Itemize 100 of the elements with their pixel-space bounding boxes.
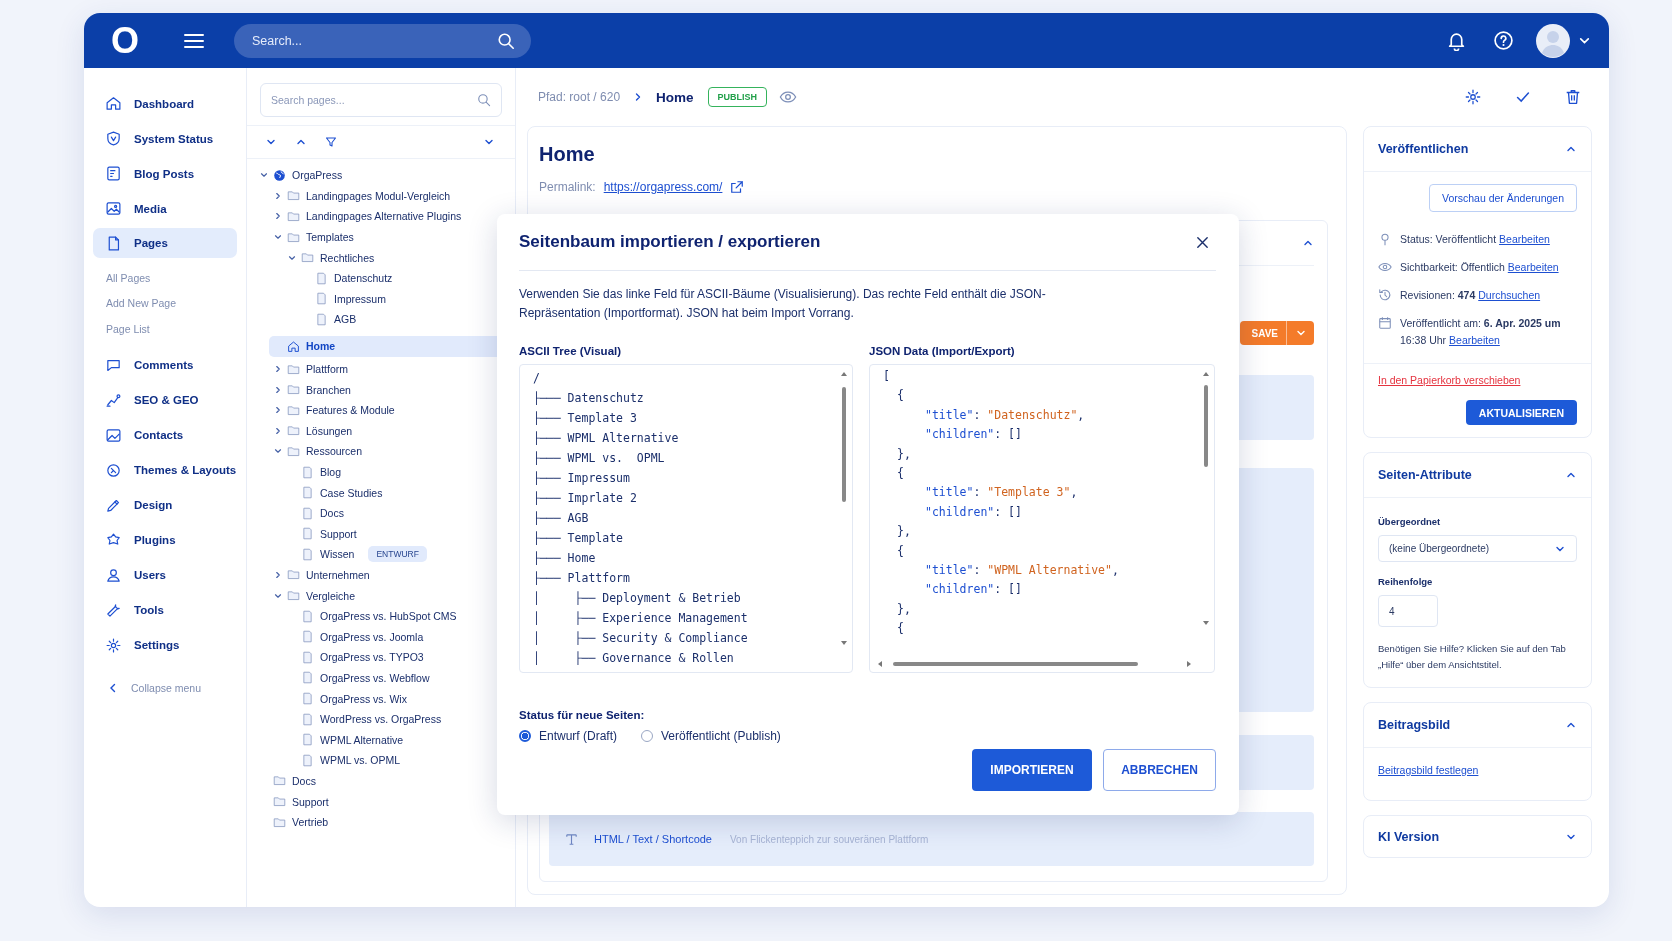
tree-item[interactable]: Blog	[283, 461, 503, 483]
avatar[interactable]	[1536, 23, 1570, 58]
chevron-right-icon[interactable]	[273, 384, 283, 395]
sidebar-subitem[interactable]: Page List	[93, 316, 237, 342]
external-link-icon[interactable]	[730, 180, 745, 194]
page-title: Home	[539, 143, 596, 166]
meta-text: Veröffentlicht am: 6. Apr. 2025 um 16:38 Uhr Bearbeiten	[1400, 316, 1562, 348]
page-icon	[301, 630, 314, 644]
parent-select[interactable]: (keine Übergeordnete)	[1378, 535, 1577, 562]
tree-item[interactable]: Landingpages Alternative Plugins	[269, 206, 503, 227]
tree-item[interactable]: Wissen ENTWURF	[283, 544, 503, 565]
chevron-right-icon[interactable]	[273, 211, 283, 222]
trash-link[interactable]: In den Papierkorb verschieben	[1378, 374, 1577, 386]
meta-text: Sichtbarkeit: Öffentlich Bearbeiten	[1400, 260, 1559, 275]
tree-item[interactable]: Landingpages Modul-Vergleich	[269, 185, 503, 207]
search-icon[interactable]	[477, 93, 491, 107]
edit-link[interactable]: Bearbeiten	[1449, 334, 1500, 346]
tree-item[interactable]: Datenschutz	[297, 267, 503, 289]
tree-item[interactable]: OrgaPress	[255, 165, 503, 186]
collapse-menu-button[interactable]: Collapse menu	[93, 674, 237, 701]
code-line: "children": []	[924, 503, 1023, 521]
bell-icon[interactable]	[1446, 30, 1467, 51]
tree-item[interactable]: Support	[255, 791, 503, 812]
tree-item[interactable]: WordPress vs. OrgaPress	[283, 708, 503, 730]
import-button[interactable]: IMPORTIEREN	[972, 749, 1092, 791]
tree-item[interactable]: Templates	[269, 226, 503, 248]
search-field[interactable]: Search pages...	[260, 83, 502, 117]
meta-text: Status: Veröffentlicht Bearbeiten	[1400, 232, 1550, 247]
tree-item[interactable]: Support	[283, 523, 503, 545]
trash-icon[interactable]	[1564, 88, 1582, 106]
tree-item[interactable]: Branchen	[269, 379, 503, 400]
radio-button[interactable]	[519, 730, 531, 742]
tree-item[interactable]: Vergleiche	[269, 585, 503, 606]
sidebar-item[interactable]: Design	[93, 487, 237, 523]
sidebar-item[interactable]: Plugins	[93, 522, 237, 558]
tree-item[interactable]: Docs	[283, 502, 503, 524]
sidebar-item[interactable]: Users	[93, 557, 237, 593]
radio-option[interactable]: Veröffentlicht (Publish)	[641, 729, 781, 743]
sidebar-item[interactable]: Media	[93, 191, 237, 226]
json-data-field[interactable]: [ { "title": "Datenschutz", "children": [] }, { "title": "Template 3", "children": [] }, { "title": "WPML Alternative", "children": [] }, {	[869, 364, 1215, 673]
chevron-right-icon[interactable]	[273, 364, 283, 375]
chevron-right-icon[interactable]	[273, 190, 283, 201]
tree-item[interactable]: OrgaPress vs. HubSpot CMS	[283, 605, 503, 627]
tree-item[interactable]: OrgaPress vs. Joomla	[283, 626, 503, 648]
sidebar-subitem[interactable]: Add New Page	[93, 290, 237, 316]
logo[interactable]: O	[108, 19, 142, 62]
chevron-right-icon[interactable]	[273, 405, 283, 416]
edit-link[interactable]: Bearbeiten	[1499, 233, 1550, 245]
tree-item[interactable]: OrgaPress vs. Webflow	[283, 667, 503, 689]
page-icon	[301, 733, 314, 747]
home-icon	[287, 339, 300, 353]
sidebar-item[interactable]: Pages	[93, 228, 237, 258]
tree-item[interactable]: AGB	[297, 309, 503, 330]
help-icon[interactable]	[1493, 30, 1514, 51]
edit-link[interactable]: Bearbeiten	[1507, 261, 1559, 273]
cancel-button[interactable]: ABBRECHEN	[1103, 749, 1216, 791]
field-label: Reihenfolge	[1378, 576, 1434, 587]
tree-item[interactable]: Unternehmen	[269, 564, 503, 586]
sidebar-subitem[interactable]: All Pages	[93, 265, 237, 291]
sidebar-item[interactable]: Settings	[93, 627, 237, 663]
sidebar-item[interactable]: Comments	[93, 347, 237, 383]
tree-item[interactable]: Lösungen	[269, 420, 503, 442]
close-icon[interactable]	[1195, 234, 1210, 250]
tree-item[interactable]: WPML vs. OPML	[283, 750, 503, 771]
sidebar-item[interactable]: Blog Posts	[93, 156, 237, 191]
tree-item[interactable]: Features & Module	[269, 399, 503, 421]
tree-item[interactable]: Plattform	[269, 358, 503, 380]
permalink-link[interactable]: https://orgapress.com/	[603, 180, 723, 194]
ascii-tree-field[interactable]	[519, 364, 853, 673]
sidebar-item[interactable]: Tools	[93, 592, 237, 628]
order-field[interactable]: 4	[1378, 595, 1438, 627]
sidebar-item[interactable]: Dashboard	[93, 86, 237, 121]
edit-link[interactable]: Durchsuchen	[1478, 289, 1541, 301]
tree-item[interactable]: OrgaPress vs. TYPO3	[283, 647, 503, 668]
update-button[interactable]: AKTUALISIEREN	[1465, 400, 1577, 425]
preview-button[interactable]: Vorschau der Änderungen	[1429, 184, 1577, 212]
set-image-link[interactable]: Beitragsbild festlegen	[1378, 760, 1479, 788]
tree-item[interactable]: WPML Alternative	[283, 729, 503, 751]
content-block[interactable]: HTML / Text / Shortcode Von Flickenteppich zur souveränen Plattform	[549, 812, 1314, 866]
tree-item[interactable]: Vertrieb	[255, 811, 503, 833]
search-icon[interactable]	[497, 31, 515, 50]
sidebar-item[interactable]: SEO & GEO	[93, 382, 237, 418]
settings-icon[interactable]	[1464, 88, 1482, 106]
search-field[interactable]: Search...	[234, 23, 531, 58]
menu-icon[interactable]	[184, 32, 204, 49]
filter-icon[interactable]	[325, 136, 337, 148]
tree-item[interactable]: Case Studies	[283, 482, 503, 503]
tree-item[interactable]: Impressum	[297, 288, 503, 310]
eye-icon[interactable]	[779, 88, 798, 106]
tree-item[interactable]: OrgaPress vs. Wix	[283, 688, 503, 709]
tree-item[interactable]: Docs	[255, 770, 503, 792]
tree-item[interactable]: Ressourcen	[269, 441, 503, 462]
tree-item[interactable]: Rechtliches	[283, 247, 503, 268]
radio-option[interactable]: Entwurf (Draft)	[519, 729, 617, 743]
sidebar-item[interactable]: Themes & Layouts	[93, 452, 237, 488]
sidebar-item[interactable]: Contacts	[93, 417, 237, 453]
chevron-right-icon[interactable]	[273, 425, 283, 436]
code-line: ├─── Imprlate 2	[533, 490, 638, 507]
chevron-right-icon[interactable]	[273, 570, 283, 580]
sidebar-item[interactable]: System Status	[93, 121, 237, 156]
